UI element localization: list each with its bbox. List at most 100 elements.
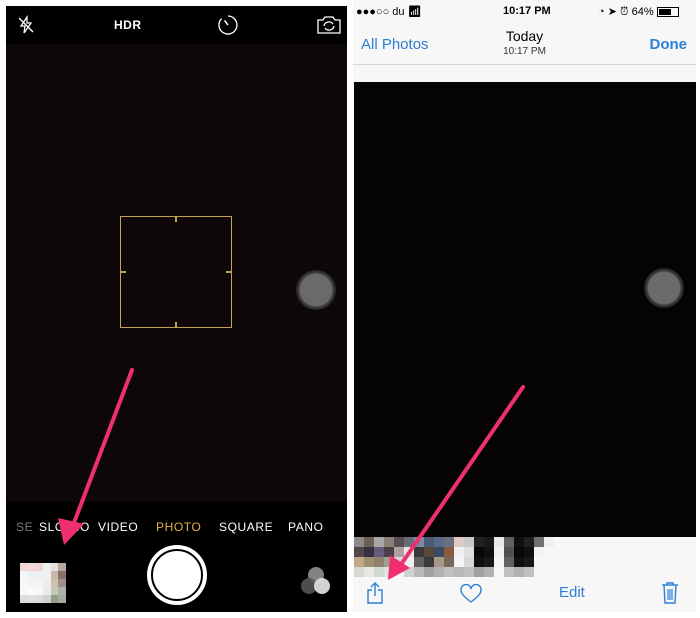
scrubber-pixel [424,537,434,547]
scrubber-pixel [354,547,364,557]
scrubber-pixel [454,567,464,577]
scrubber-pixel [544,537,554,547]
shutter-button[interactable] [147,545,207,605]
thumbnail-pixel [20,563,28,571]
scrubber-pixel [494,537,504,547]
scrubber-pixel [424,567,434,577]
thumbnail-pixel [27,587,36,595]
scrubber-pixel [354,567,364,577]
timer-icon[interactable] [217,14,239,36]
scrubber-pixel [464,537,474,547]
scrubber-pixel [444,547,454,557]
scrubber-pixel [504,537,514,547]
mode-video[interactable]: VIDEO [98,520,138,534]
scrubber-pixel [434,567,444,577]
location-icon: ➤ [607,6,617,18]
scrubber-pixel [434,557,444,567]
scrubber-pixel [454,557,464,567]
scrubber-pixel [374,557,384,567]
battery-percent: 64% [631,6,654,18]
camera-flip-icon[interactable] [316,15,342,35]
status-bar: ●●●○○ du 📶︎ 10:17 PM ◔ ➤ ⏰︎ 64% [353,0,696,20]
trash-icon[interactable] [660,581,680,605]
scrubber-pixel [474,567,484,577]
photo-toolbar: Edit [353,577,696,612]
scrubber-pixel [544,557,554,567]
hdr-toggle[interactable]: HDR [114,18,142,32]
scrubber-pixel [474,557,484,567]
thumbnail-pixel [35,571,43,579]
mode-photo[interactable]: PHOTO [156,520,201,534]
scrubber-pixel [534,557,544,567]
filters-icon[interactable] [298,564,334,600]
thumbnail-pixel [35,563,43,571]
assistive-touch-button[interactable] [296,270,336,310]
battery-icon [656,7,679,18]
scrubber-pixel [474,537,484,547]
scrubber-pixel [414,547,424,557]
focus-square [120,216,232,328]
thumbnail-pixel [42,595,51,603]
scrubber-pixel [494,547,504,557]
share-icon[interactable] [365,581,385,605]
scrubber-pixel [544,547,554,557]
scrubber-pixel [354,557,364,567]
flash-off-icon[interactable] [16,15,36,35]
thumbnail-pixel [27,579,36,587]
scrubber-pixel [484,537,494,547]
wifi-icon: 📶︎ [407,6,422,18]
scrubber-pixel [364,547,374,557]
done-button[interactable]: Done [650,36,688,53]
scrubber-pixel [414,567,424,577]
thumbnail-pixel [42,579,51,587]
scrubber-pixel [354,537,364,547]
alarm-icon: ⏰︎ [620,6,629,18]
thumbnail-pixel [35,579,43,587]
thumbnail-pixel [27,571,36,579]
scrubber-pixel [384,547,394,557]
mode-slo-mo[interactable]: SLO-MO [39,520,90,534]
scrubber-pixel [514,557,524,567]
scrubber-pixel [484,557,494,567]
scrubber-pixel [424,547,434,557]
scrubber-pixel [524,547,534,557]
scrubber-pixel [404,537,414,547]
scrubber-pixel [394,537,404,547]
scrubber-pixel [534,567,544,577]
photo-view[interactable] [354,82,696,537]
mode-pano[interactable]: PANO [288,520,324,534]
scrubber-pixel [514,567,524,577]
assistive-touch-button[interactable] [644,268,684,308]
scrubber-pixel [504,547,514,557]
thumbnail-pixel [35,595,43,603]
scrubber-pixel [494,557,504,567]
carrier-signal: ●●●○○ du 📶︎ [356,6,422,18]
thumbnail-pixel [42,563,51,571]
scrubber-pixel [414,557,424,567]
thumbnail-pixel [50,563,59,571]
scrubber-pixel [524,557,534,567]
thumbnail-pixel [50,579,59,587]
scrubber-pixel [414,537,424,547]
camera-viewfinder[interactable] [6,44,347,502]
scrubber-pixel [404,567,414,577]
scrubber-pixel [504,557,514,567]
mode-se[interactable]: SE [16,520,33,534]
scrubber-pixel [514,537,524,547]
thumbnail-pixel [27,595,36,603]
scrubber-pixel [534,537,544,547]
thumbnail-pixel [58,579,66,587]
camera-screen: HDR SE SLO-MO VIDEO PHOTO SQUARE PANO [6,6,347,612]
thumbnail-scrubber[interactable] [354,537,554,577]
scrubber-pixel [524,567,534,577]
scrubber-pixel [514,547,524,557]
scrubber-pixel [484,547,494,557]
mode-square[interactable]: SQUARE [219,520,273,534]
scrubber-pixel [394,557,404,567]
heart-icon[interactable] [459,584,483,604]
camera-mode-selector[interactable]: SE SLO-MO VIDEO PHOTO SQUARE PANO [6,520,347,536]
edit-button[interactable]: Edit [559,584,585,601]
thumbnail-pixel [58,571,66,579]
scrubber-pixel [534,547,544,557]
last-photo-thumbnail[interactable] [20,563,66,603]
